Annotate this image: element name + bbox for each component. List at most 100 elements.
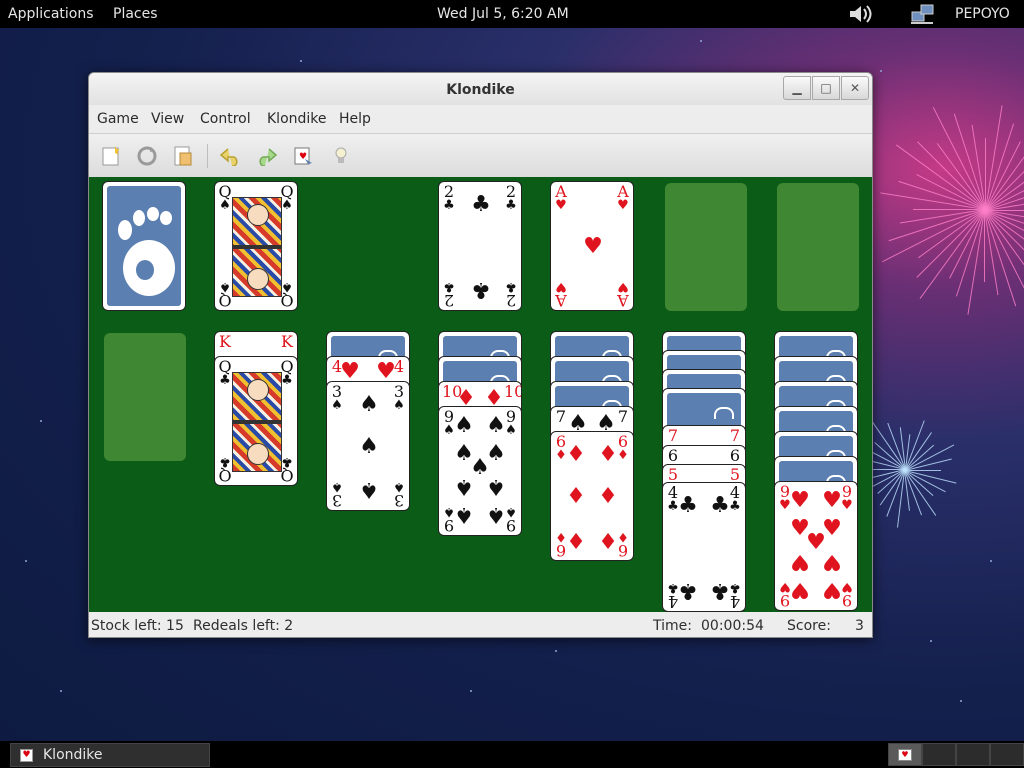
empty-tableau-slot[interactable] xyxy=(104,333,186,461)
card-corner: 3 ♠ xyxy=(331,479,343,510)
new-game-icon[interactable] xyxy=(99,144,123,168)
firework-spark xyxy=(895,144,986,210)
menu-help[interactable]: Help xyxy=(339,111,371,127)
card-corner: 3 ♠ xyxy=(393,382,405,413)
volume-icon[interactable] xyxy=(848,3,872,29)
card-corner: 7 xyxy=(729,426,741,445)
user-menu[interactable]: PEPOYO xyxy=(955,6,1010,22)
stock-pile[interactable] xyxy=(102,181,186,311)
card-corner: 2 ♣ xyxy=(505,279,517,310)
tableau-card[interactable]: 6 ♦ 6 ♦ 6 ♦ 6 ♦ ♦ ♦ ♦ ♦ ♦ ♦ xyxy=(550,431,634,561)
close-button[interactable]: ✕ xyxy=(841,76,869,100)
club-pip: ♣ xyxy=(471,192,491,217)
deal-icon[interactable]: ♥ xyxy=(291,144,315,168)
card-corner: 7 xyxy=(555,407,567,426)
undo-icon[interactable] xyxy=(219,144,243,168)
redo-icon[interactable] xyxy=(254,144,278,168)
diamond-pip: ♦ xyxy=(566,484,586,509)
spade-pip: ♠ xyxy=(454,413,474,438)
firework-spark xyxy=(913,209,985,210)
taskbar-window-label: Klondike xyxy=(43,747,103,763)
spade-pip: ♠ xyxy=(359,392,379,417)
klondike-window: Klondike ▁ □ ✕ Game View Control Klondik… xyxy=(88,72,873,638)
taskbar-window-button[interactable]: ♥ Klondike xyxy=(10,743,210,767)
card-corner: K xyxy=(219,332,231,351)
workspace-3[interactable] xyxy=(956,743,990,766)
waste-card[interactable]: Q ♠ Q ♠ Q ♠ Q ♠ xyxy=(214,181,298,311)
clock[interactable]: Wed Jul 5, 6:20 AM xyxy=(437,6,569,22)
diamond-pip: ♦ xyxy=(598,527,618,552)
menu-game[interactable]: Game xyxy=(97,111,139,127)
network-icon[interactable] xyxy=(910,3,936,29)
gnome-foot-icon xyxy=(118,207,175,296)
spade-pip: ♠ xyxy=(486,474,506,499)
star-dot xyxy=(25,560,27,562)
workspace-2[interactable] xyxy=(922,743,956,766)
star-dot xyxy=(960,700,962,702)
heart-pip: ♥ xyxy=(583,234,603,259)
menu-view[interactable]: View xyxy=(151,111,184,127)
heart-pip: ♥ xyxy=(822,577,842,602)
spade-pip: ♠ xyxy=(486,413,506,438)
foundation-card[interactable]: A ♥ A ♥ A ♥ A ♥ ♥ xyxy=(550,181,634,311)
club-pip: ♣ xyxy=(678,493,698,518)
score-value: 3 xyxy=(855,618,864,634)
klondike-app-icon: ♥ xyxy=(20,749,33,762)
star-dot xyxy=(990,560,992,562)
klondike-app-icon: ♥ xyxy=(898,749,912,761)
queen-art xyxy=(232,372,282,472)
heart-pip: ♥ xyxy=(790,488,810,513)
tableau-card[interactable]: 4 ♣ 4 ♣ 4 ♣ 4 ♣ ♣ ♣ ♣ ♣ xyxy=(662,482,746,612)
card-corner: 6 xyxy=(667,446,679,465)
menu-bar: Game View Control Klondike Help xyxy=(89,107,872,131)
workspace-1[interactable]: ♥ xyxy=(888,743,922,766)
applications-menu[interactable]: Applications xyxy=(8,6,94,22)
heart-pip: ♥ xyxy=(790,549,810,574)
firework-spark xyxy=(984,210,985,282)
card-corner: 7 xyxy=(617,407,629,426)
empty-foundation-slot[interactable] xyxy=(777,183,859,311)
club-pip: ♣ xyxy=(710,578,730,603)
hint-icon[interactable] xyxy=(329,144,353,168)
title-bar[interactable]: Klondike ▁ □ ✕ xyxy=(89,73,872,105)
svg-text:♥: ♥ xyxy=(299,152,307,162)
menu-klondike[interactable]: Klondike xyxy=(267,111,327,127)
card-corner: A ♥ xyxy=(555,182,567,213)
tableau-card[interactable]: 9 ♥ 9 ♥ 9 ♥ 9 ♥ ♥ ♥ ♥ ♥ ♥ ♥ ♥ ♥ ♥ xyxy=(774,481,858,611)
select-game-icon[interactable] xyxy=(171,144,195,168)
card-corner: 5 xyxy=(729,465,741,484)
card-corner: Q ♠ xyxy=(280,182,294,213)
card-corner: Q ♣ xyxy=(218,357,232,388)
places-menu[interactable]: Places xyxy=(113,6,158,22)
tableau-card[interactable]: Q ♣ Q ♣ Q ♣ Q ♣ xyxy=(214,356,298,486)
window-title: Klondike xyxy=(446,82,515,98)
tableau-card[interactable]: 3 ♠ 3 ♠ 3 ♠ 3 ♠ ♠ ♠ ♠ xyxy=(326,381,410,511)
game-board[interactable]: Q ♠ Q ♠ Q ♠ Q ♠ 2 ♣ 2 ♣ 2 ♣ 2 ♣ ♣ ♣ A ♥ A ♥ A ♥ A ♥ … xyxy=(89,177,872,612)
workspace-4[interactable] xyxy=(990,743,1024,766)
foundation-card[interactable]: 2 ♣ 2 ♣ 2 ♣ 2 ♣ ♣ ♣ xyxy=(438,181,522,311)
time-label: Time: xyxy=(653,618,692,634)
maximize-icon: □ xyxy=(820,81,832,95)
heart-pip: ♥ xyxy=(822,549,842,574)
star-dot xyxy=(40,420,42,422)
card-corner: A ♥ xyxy=(555,279,567,310)
tableau-card[interactable]: 9 ♠ 9 ♠ 9 ♠ 9 ♠ ♠ ♠ ♠ ♠ ♠ ♠ ♠ ♠ ♠ xyxy=(438,406,522,536)
maximize-button[interactable]: □ xyxy=(812,76,840,100)
card-corner: 10 xyxy=(504,382,521,401)
firework-spark xyxy=(919,209,985,300)
diamond-pip: ♦ xyxy=(598,442,618,467)
diamond-pip: ♦ xyxy=(598,484,618,509)
spade-pip: ♠ xyxy=(454,502,474,527)
card-corner: K xyxy=(281,332,293,351)
close-icon: ✕ xyxy=(849,81,861,95)
card-corner: Q ♣ xyxy=(218,454,232,485)
redeals-left-label: Redeals left: 2 xyxy=(193,618,294,634)
stock-left-label: Stock left: 15 xyxy=(91,618,184,634)
club-pip: ♣ xyxy=(710,493,730,518)
menu-control[interactable]: Control xyxy=(200,111,251,127)
card-back xyxy=(107,186,181,306)
card-corner: Q ♠ xyxy=(218,279,232,310)
minimize-button[interactable]: ▁ xyxy=(783,76,811,100)
empty-foundation-slot[interactable] xyxy=(665,183,747,311)
restart-icon[interactable] xyxy=(135,144,159,168)
